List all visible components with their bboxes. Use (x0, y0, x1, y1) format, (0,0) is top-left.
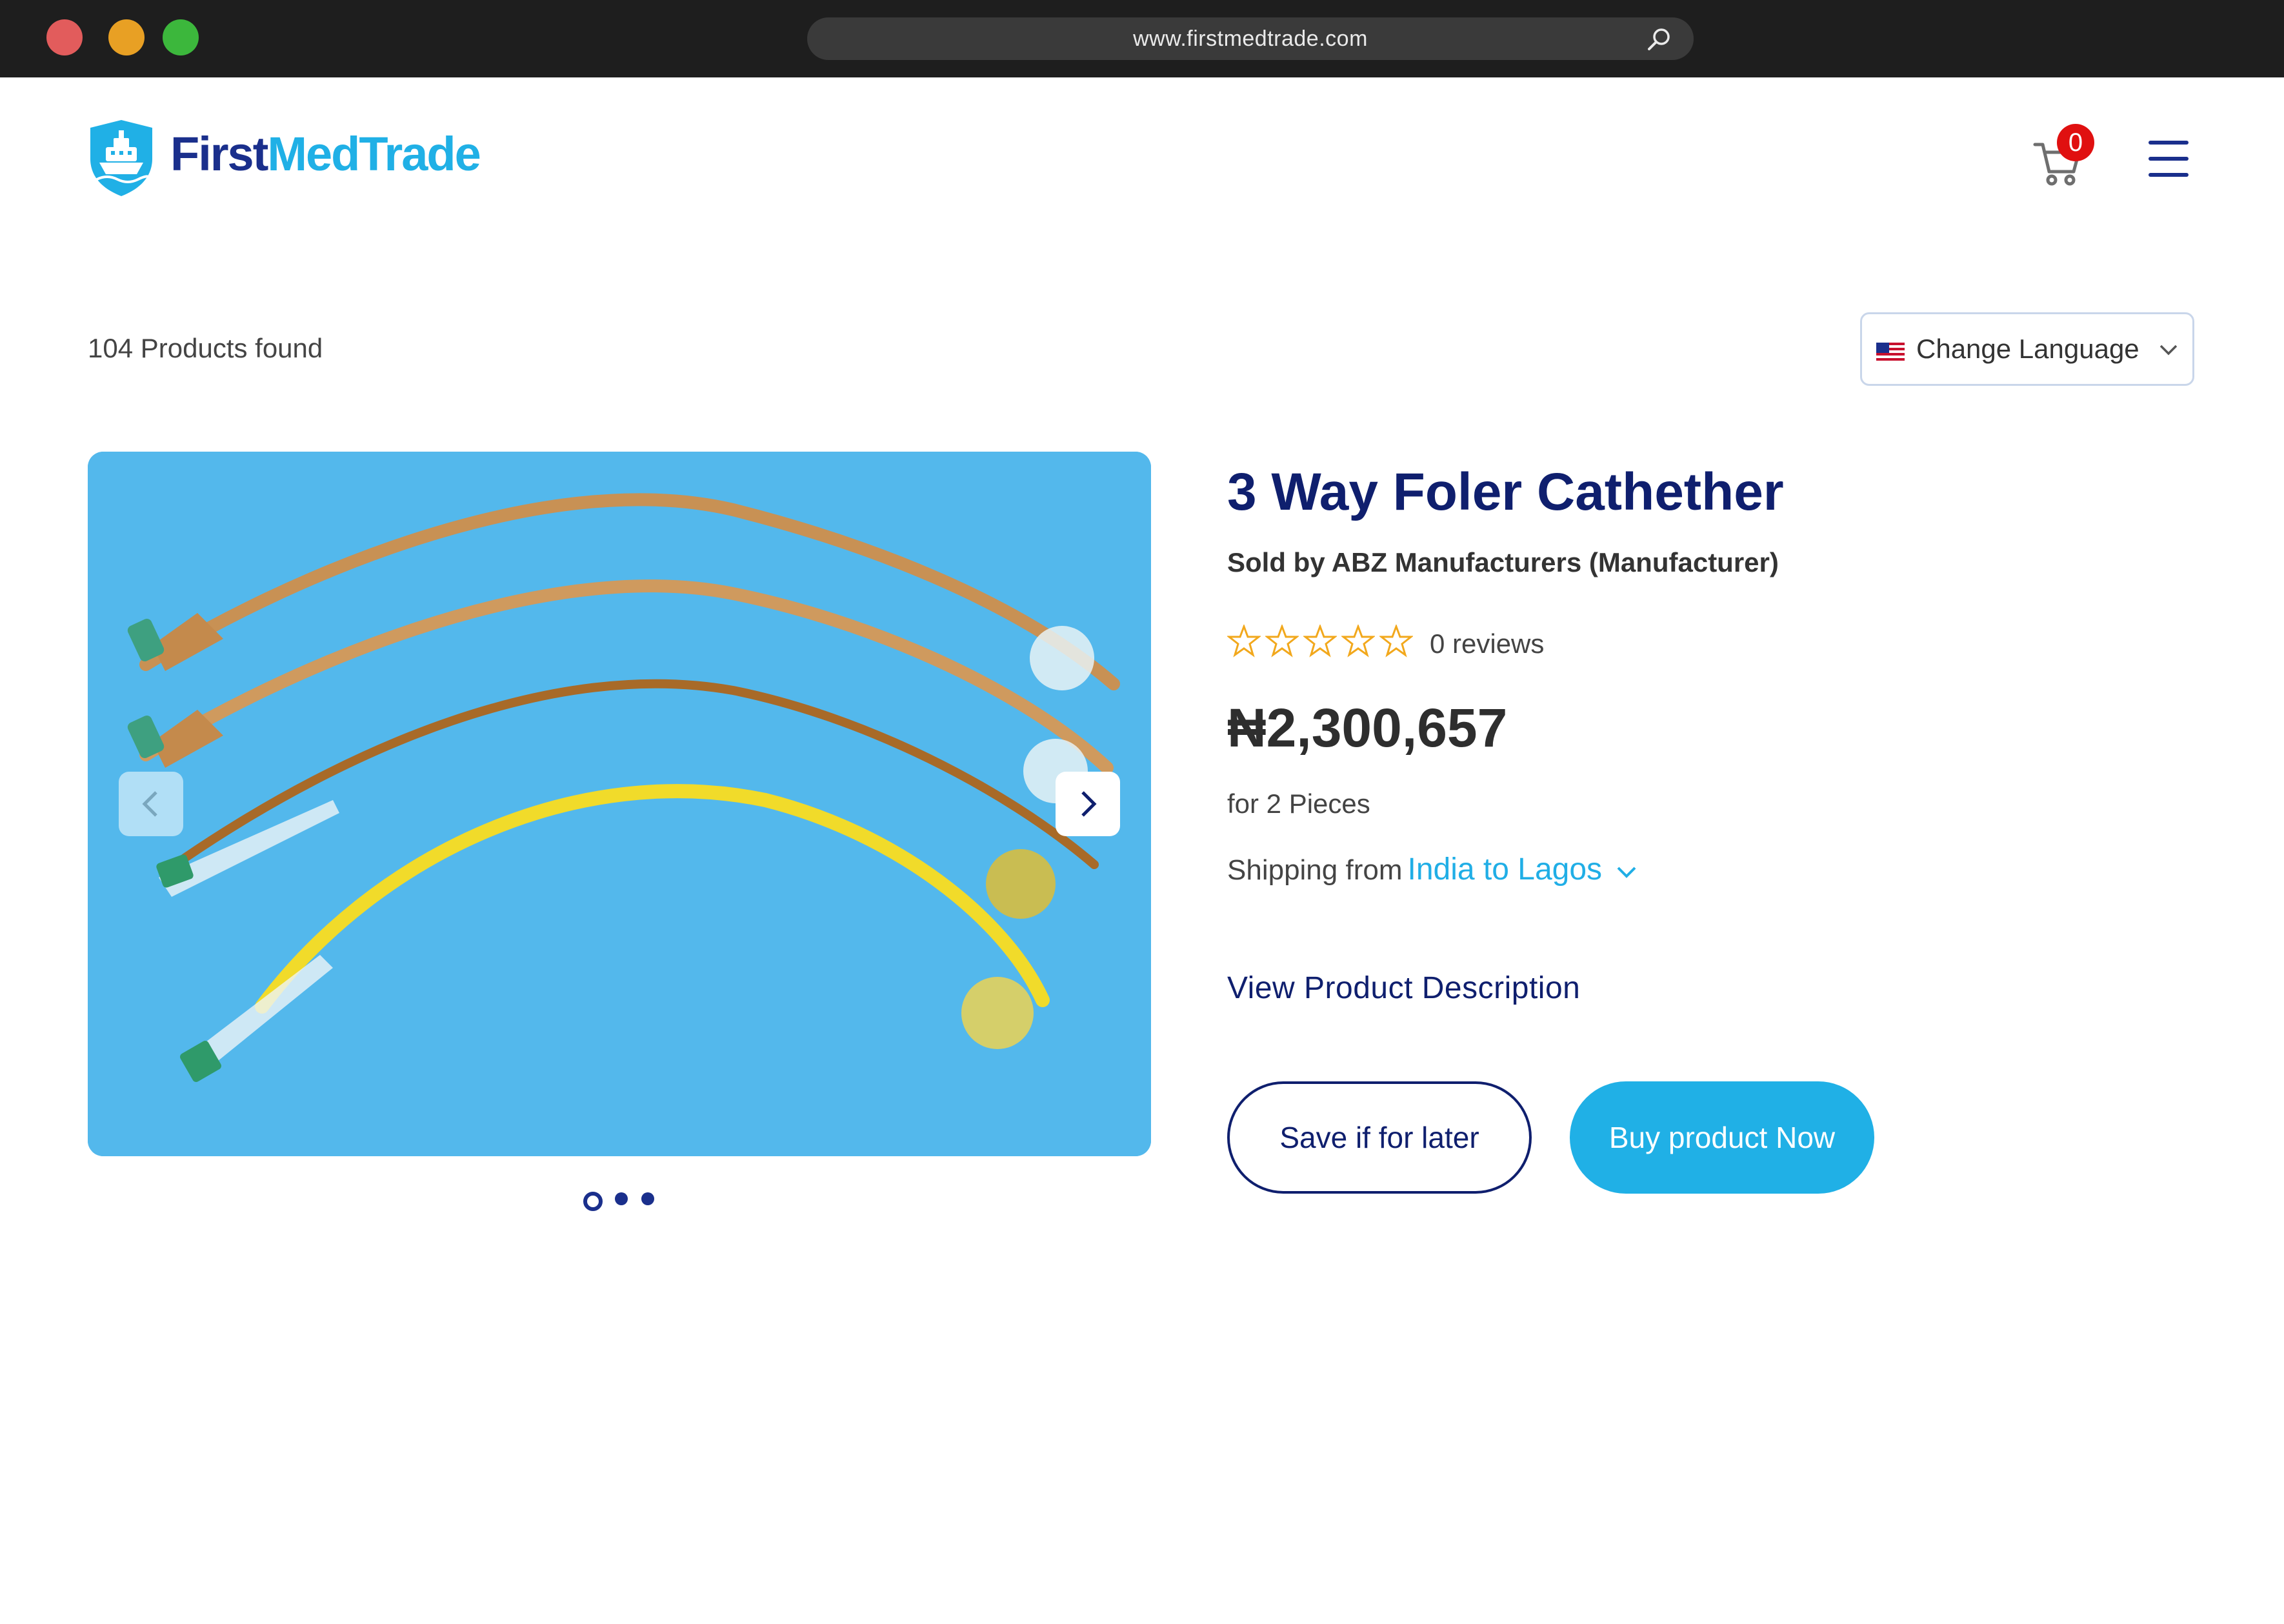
logo-first: First (170, 127, 268, 181)
chevron-left-icon (142, 791, 157, 817)
hamburger-menu-icon[interactable] (2149, 141, 2189, 177)
shipping-route-selector[interactable]: India to Lagos (1407, 852, 1602, 887)
ship-shield-icon (90, 120, 152, 196)
carousel-dot-2[interactable] (615, 1192, 628, 1205)
logo-medtrade: MedTrade (267, 127, 481, 181)
carousel-dot-3[interactable] (641, 1192, 654, 1205)
rating-stars (1227, 625, 1417, 661)
chevron-right-icon (1081, 791, 1097, 817)
shipping-info: Shipping from India to Lagos (1227, 852, 1637, 887)
carousel-previous-button[interactable] (119, 772, 183, 836)
reviews-count[interactable]: 0 reviews (1430, 628, 1544, 659)
address-bar[interactable]: www.firstmedtrade.com (807, 17, 1694, 60)
shipping-label: Shipping from (1227, 854, 1403, 886)
address-bar-url: www.firstmedtrade.com (1133, 26, 1368, 51)
chevron-down-icon (2159, 345, 2178, 356)
browser-toolbar: www.firstmedtrade.com (0, 0, 2284, 77)
cart-count-badge: 0 (2057, 124, 2094, 161)
close-window-button[interactable] (46, 19, 83, 55)
site-logo[interactable]: FirstMedTrade (88, 119, 501, 199)
chevron-down-icon[interactable] (1616, 865, 1637, 879)
product-quantity: for 2 Pieces (1227, 788, 1370, 819)
product-price: ₦2,300,657 (1227, 697, 1508, 758)
change-language-label: Change Language (1916, 334, 2139, 364)
product-image-carousel[interactable] (88, 452, 1151, 1156)
carousel-next-button[interactable] (1056, 772, 1120, 836)
star-outline-icon (1227, 625, 1261, 657)
products-found-count: 104 Products found (88, 333, 323, 363)
view-product-description-link[interactable]: View Product Description (1227, 970, 1580, 1006)
star-outline-icon (1341, 625, 1375, 657)
catheter-product-photo (88, 452, 1151, 1156)
carousel-indicators (583, 1192, 659, 1212)
search-icon[interactable] (1646, 26, 1672, 52)
buy-now-button[interactable]: Buy product Now (1570, 1081, 1874, 1194)
save-for-later-button[interactable]: Save if for later (1227, 1081, 1532, 1194)
product-title: 3 Way Foler Cathether (1227, 463, 1784, 521)
change-language-dropdown[interactable]: Change Language (1860, 312, 2194, 386)
star-outline-icon (1303, 625, 1337, 657)
us-flag-icon (1876, 343, 1905, 362)
carousel-dot-1[interactable] (583, 1192, 603, 1211)
seller-info: Sold by ABZ Manufacturers (Manufacturer) (1227, 547, 1779, 577)
star-outline-icon (1265, 625, 1299, 657)
minimize-window-button[interactable] (108, 19, 145, 55)
maximize-window-button[interactable] (163, 19, 199, 55)
logo-wordmark: FirstMedTrade (170, 126, 481, 181)
star-outline-icon (1379, 625, 1413, 657)
